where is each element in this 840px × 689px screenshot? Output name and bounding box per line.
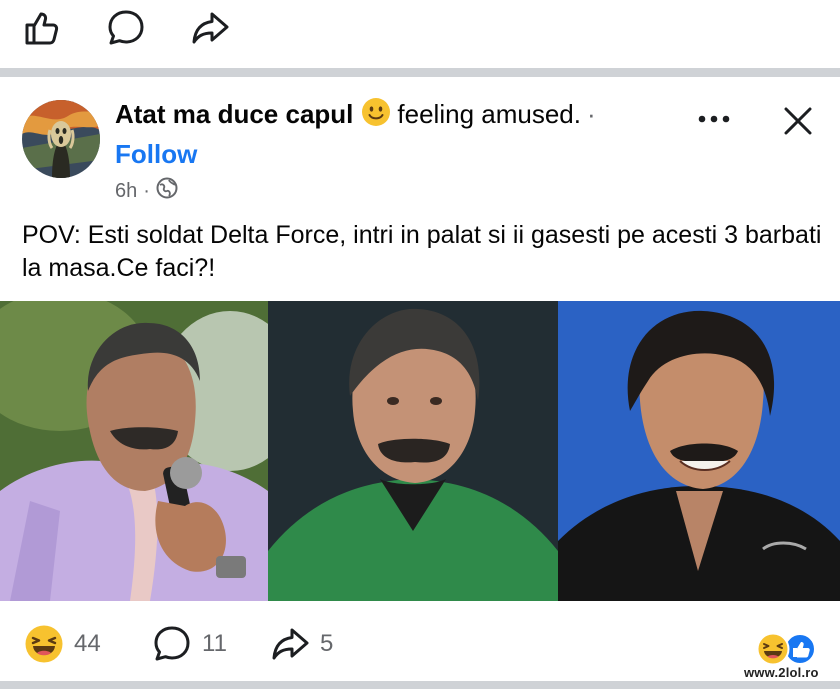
watermark: www.2lol.ro [744, 665, 819, 680]
share-arrow-icon [192, 12, 229, 44]
author-name[interactable]: Atat ma duce capul [115, 99, 353, 130]
feed-divider [0, 68, 840, 77]
post-header: Atat ma duce capul feeling amused. · [115, 97, 596, 131]
post-stats-bar: 44 11 5 [0, 622, 840, 672]
hide-post-button[interactable] [776, 99, 820, 143]
share-count[interactable]: 5 [270, 622, 333, 666]
smiling-face-icon [361, 97, 391, 132]
post-meta: 6h · [115, 177, 178, 205]
post-photo-3[interactable] [558, 301, 840, 601]
thumbs-up-icon [25, 12, 59, 45]
previous-post-action-bar [0, 0, 840, 68]
comment-bubble-icon [154, 626, 190, 661]
follow-button[interactable]: Follow [115, 139, 197, 170]
like-button[interactable] [20, 8, 64, 48]
feeling-status: feeling amused. [397, 98, 581, 129]
share-button[interactable] [188, 8, 232, 48]
share-arrow-icon [272, 628, 309, 660]
comment-button[interactable] [104, 8, 148, 48]
close-icon [784, 107, 812, 135]
comment-bubble-icon [108, 10, 144, 45]
post-timestamp[interactable]: 6h [115, 180, 137, 203]
feed-post: Atat ma duce capul feeling amused. · Fol… [0, 77, 840, 689]
author-avatar[interactable] [22, 100, 100, 178]
post-photo-2[interactable] [268, 301, 558, 601]
globe-icon [156, 177, 178, 205]
avatar-image [22, 100, 100, 178]
ellipsis-icon [698, 115, 730, 123]
share-count-label: 5 [320, 630, 334, 657]
post-photo-collage[interactable] [0, 301, 840, 601]
header-separator: · [586, 98, 596, 129]
more-options-button[interactable] [692, 104, 736, 134]
reaction-summary-badges[interactable] [756, 632, 818, 666]
reaction-count-label: 44 [74, 630, 101, 657]
feed-divider-bottom [0, 681, 840, 689]
meta-separator: · [143, 179, 150, 202]
reaction-count[interactable]: 44 [24, 622, 101, 666]
comment-count-label: 11 [202, 630, 227, 657]
haha-reaction-icon [25, 625, 63, 663]
post-text: POV: Esti soldat Delta Force, intri in p… [22, 221, 822, 282]
post-photo-1[interactable] [0, 301, 268, 601]
comment-count[interactable]: 11 [152, 622, 227, 666]
haha-reaction-badge-icon [756, 632, 790, 666]
